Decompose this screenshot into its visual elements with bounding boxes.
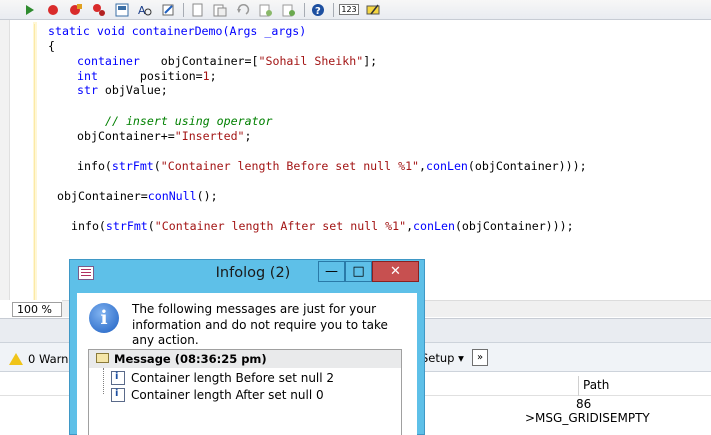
code-function: conLen (426, 159, 468, 173)
copy-icon[interactable] (189, 2, 205, 18)
code-text: ( (147, 219, 155, 233)
code-string: "Inserted" (174, 129, 245, 143)
message-item[interactable]: Container length After set null 0 (111, 388, 324, 402)
code-comment: // insert using operator (105, 114, 273, 128)
code-function: strFmt (111, 159, 154, 173)
code-string: "Container length After set null %1" (154, 219, 407, 233)
edit-icon[interactable] (160, 2, 176, 18)
toolbar-separator (333, 2, 334, 17)
message-text: Container length After set null 0 (131, 388, 324, 402)
editor-gutter (0, 20, 10, 300)
fold-line (34, 24, 35, 300)
code-text: ( (153, 159, 161, 173)
zoom-level[interactable]: 100 % (12, 302, 62, 317)
code-line: // insert using operator (105, 114, 273, 129)
code-line: objContainer+="Inserted"; (77, 129, 252, 144)
close-button[interactable]: ✕ (372, 261, 419, 282)
code-text: ; (244, 129, 252, 143)
code-function: conNull (147, 189, 197, 203)
stop-debug-icon[interactable] (68, 2, 84, 18)
svg-text:?: ? (315, 6, 321, 17)
code-text: { (48, 39, 55, 53)
code-text: info( (71, 219, 106, 233)
code-line: info(strFmt("Container length Before set… (77, 159, 587, 174)
code-string: "Container length Before set null %1" (160, 159, 420, 173)
lookup-icon[interactable] (366, 2, 382, 18)
code-text: objContainer= (57, 189, 148, 203)
compile-icon[interactable] (281, 2, 297, 18)
breakpoint-icon[interactable] (91, 2, 107, 18)
info-message-icon (111, 388, 125, 402)
grid-cell: >MSG_GRIDISEMPTY (525, 411, 650, 425)
grid-cell: 86 (576, 397, 592, 411)
run-icon[interactable] (22, 2, 38, 18)
code-text: position= (97, 69, 203, 83)
dialog-titlebar[interactable]: Infolog (2) — □ ✕ (70, 260, 424, 287)
toolbar: A ? 123 (0, 0, 711, 20)
label-123: 123 (339, 4, 359, 15)
code-line: { (48, 39, 55, 54)
debug-icon[interactable] (114, 2, 130, 18)
code-line: info(strFmt("Container length After set … (71, 219, 574, 234)
redo-icon[interactable] (258, 2, 274, 18)
svg-text:A: A (138, 4, 146, 17)
maximize-button[interactable]: □ (345, 261, 372, 282)
dialog-body: i The following messages are just for yo… (77, 293, 417, 435)
message-tree[interactable]: Message (08:36:25 pm) Container length B… (88, 349, 402, 435)
code-line: container objContainer=["Sohail Sheikh"]… (77, 54, 377, 69)
column-divider[interactable] (578, 376, 579, 396)
paste-icon[interactable] (212, 2, 228, 18)
code-keyword: int (77, 69, 98, 83)
code-keyword: str (77, 83, 98, 97)
code-text: objValue; (97, 83, 168, 97)
help-icon[interactable]: ? (310, 2, 326, 18)
tree-connector (103, 368, 104, 394)
code-text: (); (196, 189, 218, 203)
code-text: ]; (363, 54, 378, 68)
code-text: , (406, 219, 414, 233)
code-text: info( (77, 159, 112, 173)
code-editor[interactable]: static void containerDemo(Args _args) { … (0, 20, 711, 300)
code-line: objContainer=conNull(); (57, 189, 218, 204)
warning-icon (9, 353, 23, 365)
warnings-button[interactable]: 0 Warni (9, 352, 72, 366)
code-number: 1 (202, 69, 210, 83)
stop-icon[interactable] (45, 2, 61, 18)
code-text: , (419, 159, 427, 173)
code-text: (objContainer))); (467, 159, 587, 173)
infolog-dialog: Infolog (2) — □ ✕ i The following messag… (69, 259, 425, 435)
info-message-icon (111, 371, 125, 385)
code-function: strFmt (105, 219, 148, 233)
find-icon[interactable]: A (137, 2, 153, 18)
toolbar-separator (183, 2, 184, 17)
path-column-header[interactable]: Path (583, 378, 609, 392)
info-icon: i (89, 303, 119, 333)
more-button[interactable]: » (472, 349, 488, 366)
code-function: conLen (413, 219, 455, 233)
warnings-label: 0 Warni (28, 352, 72, 366)
toolbar-separator (304, 2, 305, 17)
message-timestamp: Message (08:36:25 pm) (114, 352, 267, 366)
message-group-header[interactable]: Message (08:36:25 pm) (89, 350, 401, 368)
code-text: ; (209, 69, 217, 83)
message-item[interactable]: Container length Before set null 2 (111, 371, 334, 385)
label-icon[interactable]: 123 (339, 2, 359, 18)
code-line: str objValue; (77, 83, 168, 98)
code-keyword: container (77, 54, 140, 68)
code-line: int position=1; (77, 69, 217, 84)
code-text: (objContainer))); (454, 219, 574, 233)
code-string: "Sohail Sheikh" (258, 54, 364, 68)
undo-icon[interactable] (235, 2, 251, 18)
code-text: objContainer+= (77, 129, 175, 143)
method-signature: static void containerDemo(Args _args) (48, 24, 307, 38)
info-message: The following messages are just for your… (132, 302, 388, 347)
code-text: objContainer=[ (139, 54, 259, 68)
message-text: Container length Before set null 2 (131, 371, 335, 385)
minimize-button[interactable]: — (318, 261, 345, 282)
envelope-icon (96, 353, 109, 363)
code-line: static void containerDemo(Args _args) (48, 24, 306, 39)
setup-button[interactable]: Setup ▾ (421, 351, 464, 365)
